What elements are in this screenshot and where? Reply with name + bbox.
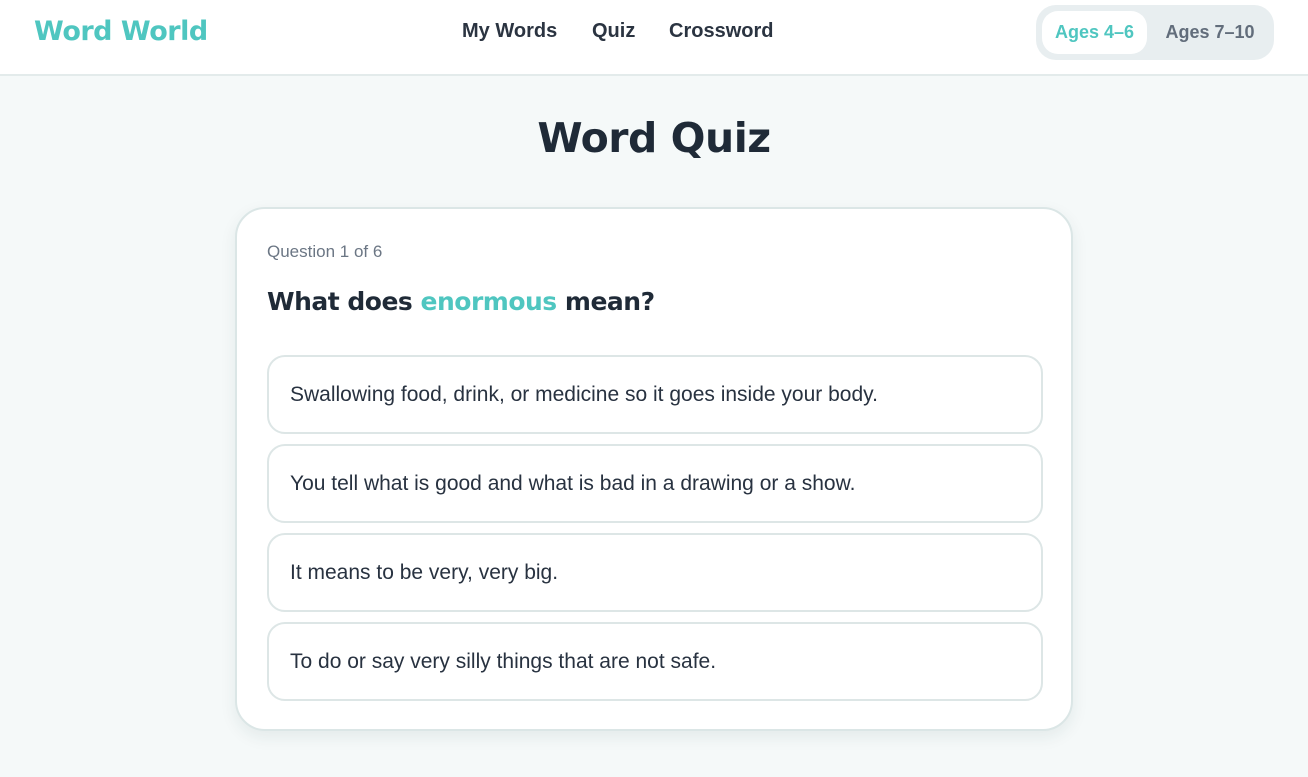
nav-my-words[interactable]: My Words <box>462 20 557 43</box>
quiz-card: Question 1 of 6 What does enormous mean?… <box>235 207 1073 731</box>
question-prefix: What does <box>267 287 421 316</box>
nav-crossword[interactable]: Crossword <box>669 20 773 43</box>
age-7-10-button[interactable]: Ages 7–10 <box>1154 11 1266 54</box>
top-header: Word World My Words Quiz Crossword Ages … <box>0 0 1308 76</box>
answer-option-4[interactable]: To do or say very silly things that are … <box>267 622 1043 701</box>
age-toggle: Ages 4–6 Ages 7–10 <box>1036 5 1274 60</box>
question-counter: Question 1 of 6 <box>267 242 383 261</box>
nav-quiz[interactable]: Quiz <box>592 20 635 43</box>
page-title: Word Quiz <box>537 114 771 162</box>
answer-option-3[interactable]: It means to be very, very big. <box>267 533 1043 612</box>
answer-option-2[interactable]: You tell what is good and what is bad in… <box>267 444 1043 523</box>
answer-option-1[interactable]: Swallowing food, drink, or medicine so i… <box>267 355 1043 434</box>
question-text: What does enormous mean? <box>267 287 655 316</box>
age-4-6-button[interactable]: Ages 4–6 <box>1042 11 1147 54</box>
question-word: enormous <box>420 287 558 316</box>
question-suffix: mean? <box>556 287 655 316</box>
